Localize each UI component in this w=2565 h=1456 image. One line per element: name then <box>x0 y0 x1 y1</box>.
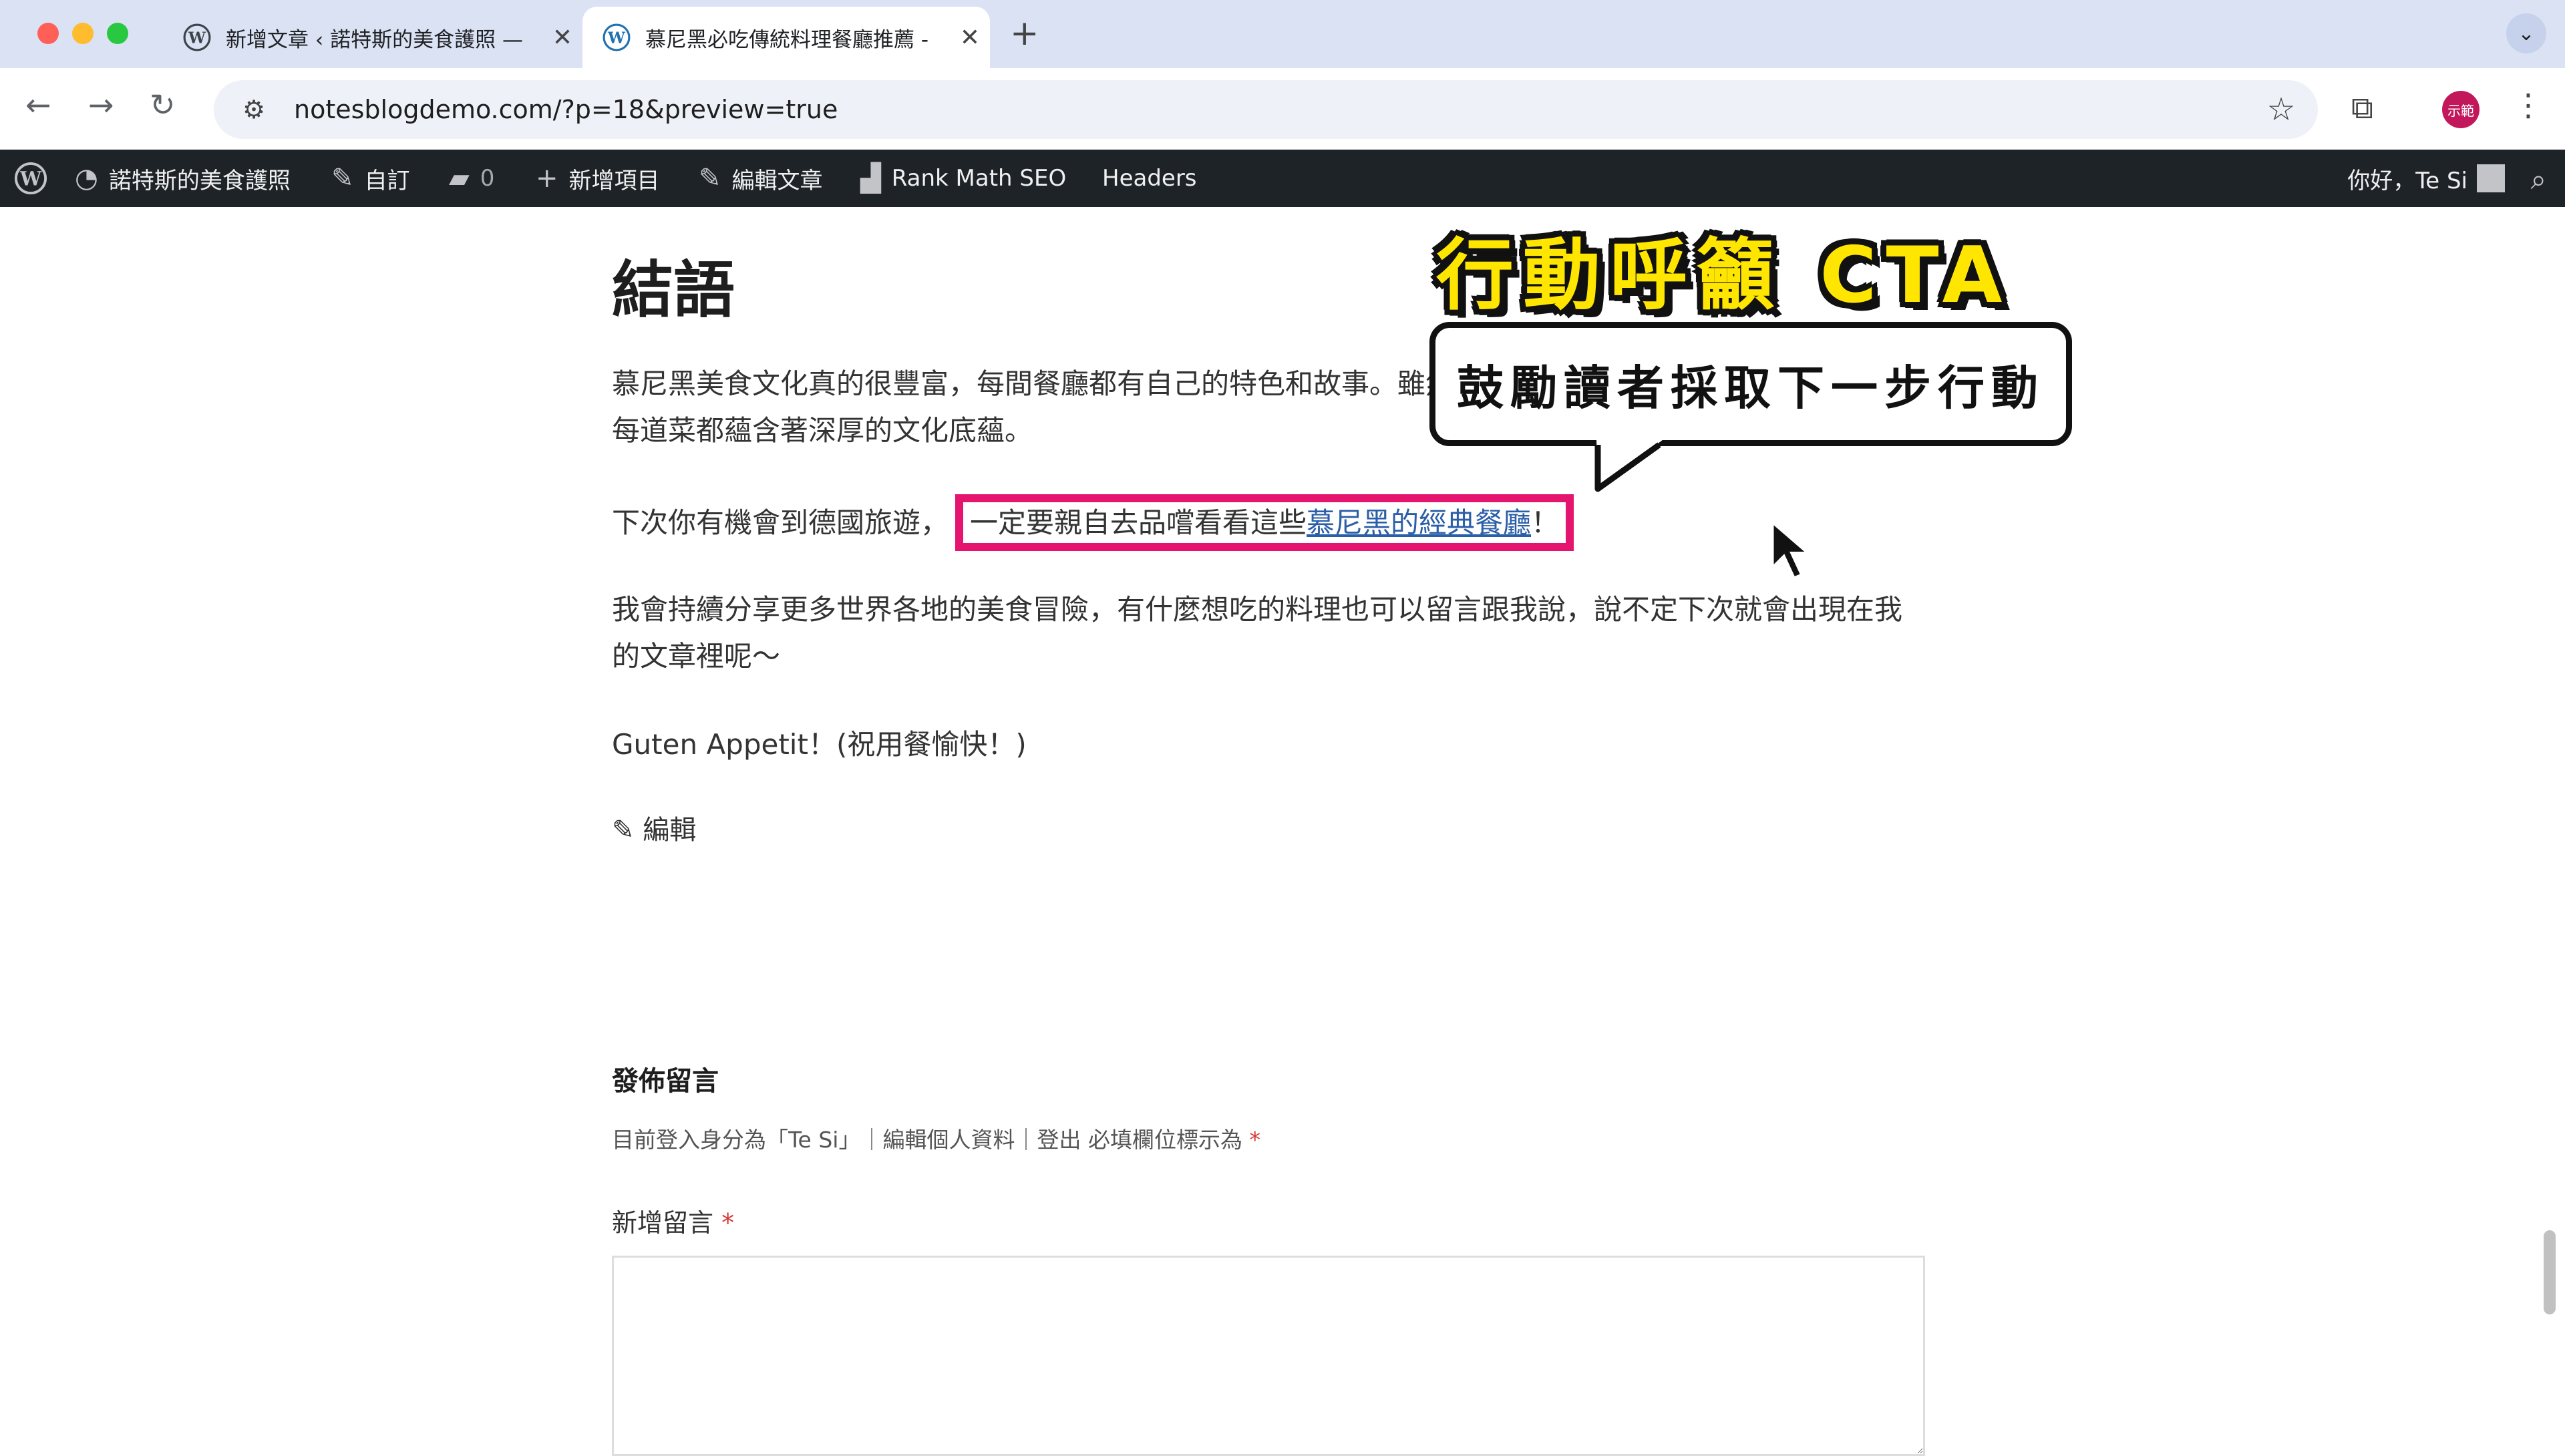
required-asterisk: * <box>1249 1127 1260 1153</box>
edit-post-inline-link[interactable]: ✎ 編輯 <box>612 808 696 847</box>
paragraph-3: 我會持續分享更多世界各地的美食冒險，有什麼想吃的料理也可以留言跟我說，說不定下次… <box>612 593 1903 673</box>
comment-label-text: 新增留言 <box>612 1208 714 1238</box>
url-text[interactable]: notesblogdemo.com/?p=18&preview=true <box>294 95 2244 124</box>
edit-post-link[interactable]: ✎ 編輯文章 <box>699 150 823 207</box>
comment-form-title: 發佈留言 <box>612 1066 719 1097</box>
cta-highlight-box: 一定要親自去品嚐看看這些慕尼黑的經典餐廳！ <box>955 494 1574 551</box>
speech-bubble: 鼓勵讀者採取下一步行動 <box>1429 322 2072 446</box>
plus-icon: + <box>536 163 558 194</box>
headers-label: Headers <box>1102 165 1197 192</box>
wordpress-icon: W <box>183 23 211 51</box>
paragraph-2-lead: 下次你有機會到德國旅遊， <box>612 506 949 539</box>
dashboard-gauge-icon: ◔ <box>75 163 98 194</box>
section-heading: 結語 <box>612 254 735 326</box>
logged-in-notice: 目前登入身分為「Te Si」｜編輯個人資料｜登出 必填欄位標示為 * <box>612 1122 1260 1154</box>
cta-text: 一定要親自去品嚐看看這些 <box>970 506 1307 539</box>
svg-text:W: W <box>607 29 626 47</box>
paragraph-4: Guten Appetit！(祝用餐愉快！) <box>612 728 1027 761</box>
headers-menu[interactable]: Headers <box>1102 150 1197 207</box>
wordpress-icon: W <box>603 23 631 51</box>
forward-arrow-icon[interactable]: → <box>88 87 114 123</box>
cta-exclamation: ！ <box>1531 506 1560 539</box>
comments-link[interactable]: ▰ 0 <box>449 150 494 207</box>
user-avatar <box>2477 164 2505 192</box>
pencil-icon: ✎ <box>612 815 635 846</box>
site-name-menu[interactable]: ◔ 諾特斯的美食護照 <box>75 150 291 207</box>
browser-toolbar: ← → ↻ ⚙ notesblogdemo.com/?p=18&preview=… <box>0 68 2565 150</box>
comment-bubble-icon: ▰ <box>449 163 470 194</box>
tab-title: 新增文章 ‹ 諾特斯的美食護照 — <box>226 27 523 52</box>
edit-post-label: 編輯文章 <box>731 167 823 194</box>
new-item-label: 新增項目 <box>568 167 660 194</box>
minimize-window-button[interactable] <box>72 23 94 44</box>
svg-text:W: W <box>19 167 42 190</box>
comments-count: 0 <box>480 165 495 192</box>
my-account-menu[interactable]: 你好，Te Si <box>2347 150 2505 207</box>
close-window-button[interactable] <box>37 23 59 44</box>
rank-math-chart-icon: ▟ <box>860 163 881 194</box>
speech-bubble-text: 鼓勵讀者採取下一步行動 <box>1457 360 2045 415</box>
search-icon[interactable]: ⌕ <box>2530 163 2546 196</box>
new-item-menu[interactable]: + 新增項目 <box>536 150 660 207</box>
new-tab-plus-icon[interactable]: + <box>1010 13 1039 53</box>
close-tab-icon[interactable]: ✕ <box>950 24 990 51</box>
speech-bubble-tail <box>1594 439 1663 492</box>
comment-field-label: 新增留言 * <box>612 1202 734 1239</box>
required-asterisk: * <box>721 1208 735 1238</box>
mouse-pointer-icon <box>1770 518 1814 581</box>
extensions-puzzle-icon[interactable]: ⧉ <box>2351 89 2373 127</box>
customize-link[interactable]: ✎ 自訂 <box>331 150 410 207</box>
logged-in-text: 目前登入身分為「Te Si」｜編輯個人資料｜登出 必填欄位標示為 <box>612 1127 1242 1153</box>
browser-tab-post-preview[interactable]: W 慕尼黑必吃傳統料理餐廳推薦 - ✕ <box>582 7 990 68</box>
customize-label: 自訂 <box>364 167 410 194</box>
browser-menu-icon[interactable]: ⋮ <box>2513 87 2544 123</box>
site-name-label: 諾特斯的美食護照 <box>108 167 291 194</box>
scrollbar-thumb[interactable] <box>2544 1230 2556 1314</box>
rank-math-label: Rank Math SEO <box>891 165 1067 192</box>
greeting-label: 你好，Te Si <box>2347 167 2467 194</box>
paragraph-2: 下次你有機會到德國旅遊， 一定要親自去品嚐看看這些慕尼黑的經典餐廳！ <box>612 494 1921 551</box>
browser-tab-new-post[interactable]: W 新增文章 ‹ 諾特斯的美食護照 — ✕ <box>163 7 582 68</box>
wp-logo-menu[interactable]: W <box>13 150 48 207</box>
tab-search-chevron-icon[interactable]: ⌄ <box>2506 13 2546 53</box>
wordpress-logo-icon: W <box>14 162 47 195</box>
zoom-window-button[interactable] <box>107 23 128 44</box>
cta-annotation-title: 行動呼籲 CTA <box>1436 230 2012 321</box>
paintbrush-icon: ✎ <box>331 163 354 194</box>
reload-icon[interactable]: ↻ <box>150 87 176 123</box>
edit-label: 編輯 <box>643 815 697 846</box>
pencil-icon: ✎ <box>699 163 721 194</box>
close-tab-icon[interactable]: ✕ <box>542 24 582 51</box>
profile-avatar[interactable]: 示範 <box>2442 91 2480 128</box>
back-arrow-icon[interactable]: ← <box>25 87 51 123</box>
munich-restaurants-link[interactable]: 慕尼黑的經典餐廳 <box>1307 506 1531 539</box>
tab-title: 慕尼黑必吃傳統料理餐廳推薦 - <box>645 27 929 52</box>
bookmark-star-icon[interactable]: ☆ <box>2244 91 2318 128</box>
address-bar[interactable]: ⚙ notesblogdemo.com/?p=18&preview=true ☆ <box>214 80 2318 139</box>
site-settings-icon[interactable]: ⚙ <box>214 95 294 124</box>
browser-tab-strip: W 新增文章 ‹ 諾特斯的美食護照 — ✕ W 慕尼黑必吃傳統料理餐廳推薦 - … <box>0 0 2565 68</box>
comment-textarea[interactable] <box>612 1256 1925 1456</box>
wp-admin-bar: W ◔ 諾特斯的美食護照 ✎ 自訂 ▰ 0 + 新增項目 ✎ 編輯文章 ▟ Ra… <box>0 150 2565 207</box>
svg-text:W: W <box>188 29 206 47</box>
rank-math-menu[interactable]: ▟ Rank Math SEO <box>860 150 1066 207</box>
